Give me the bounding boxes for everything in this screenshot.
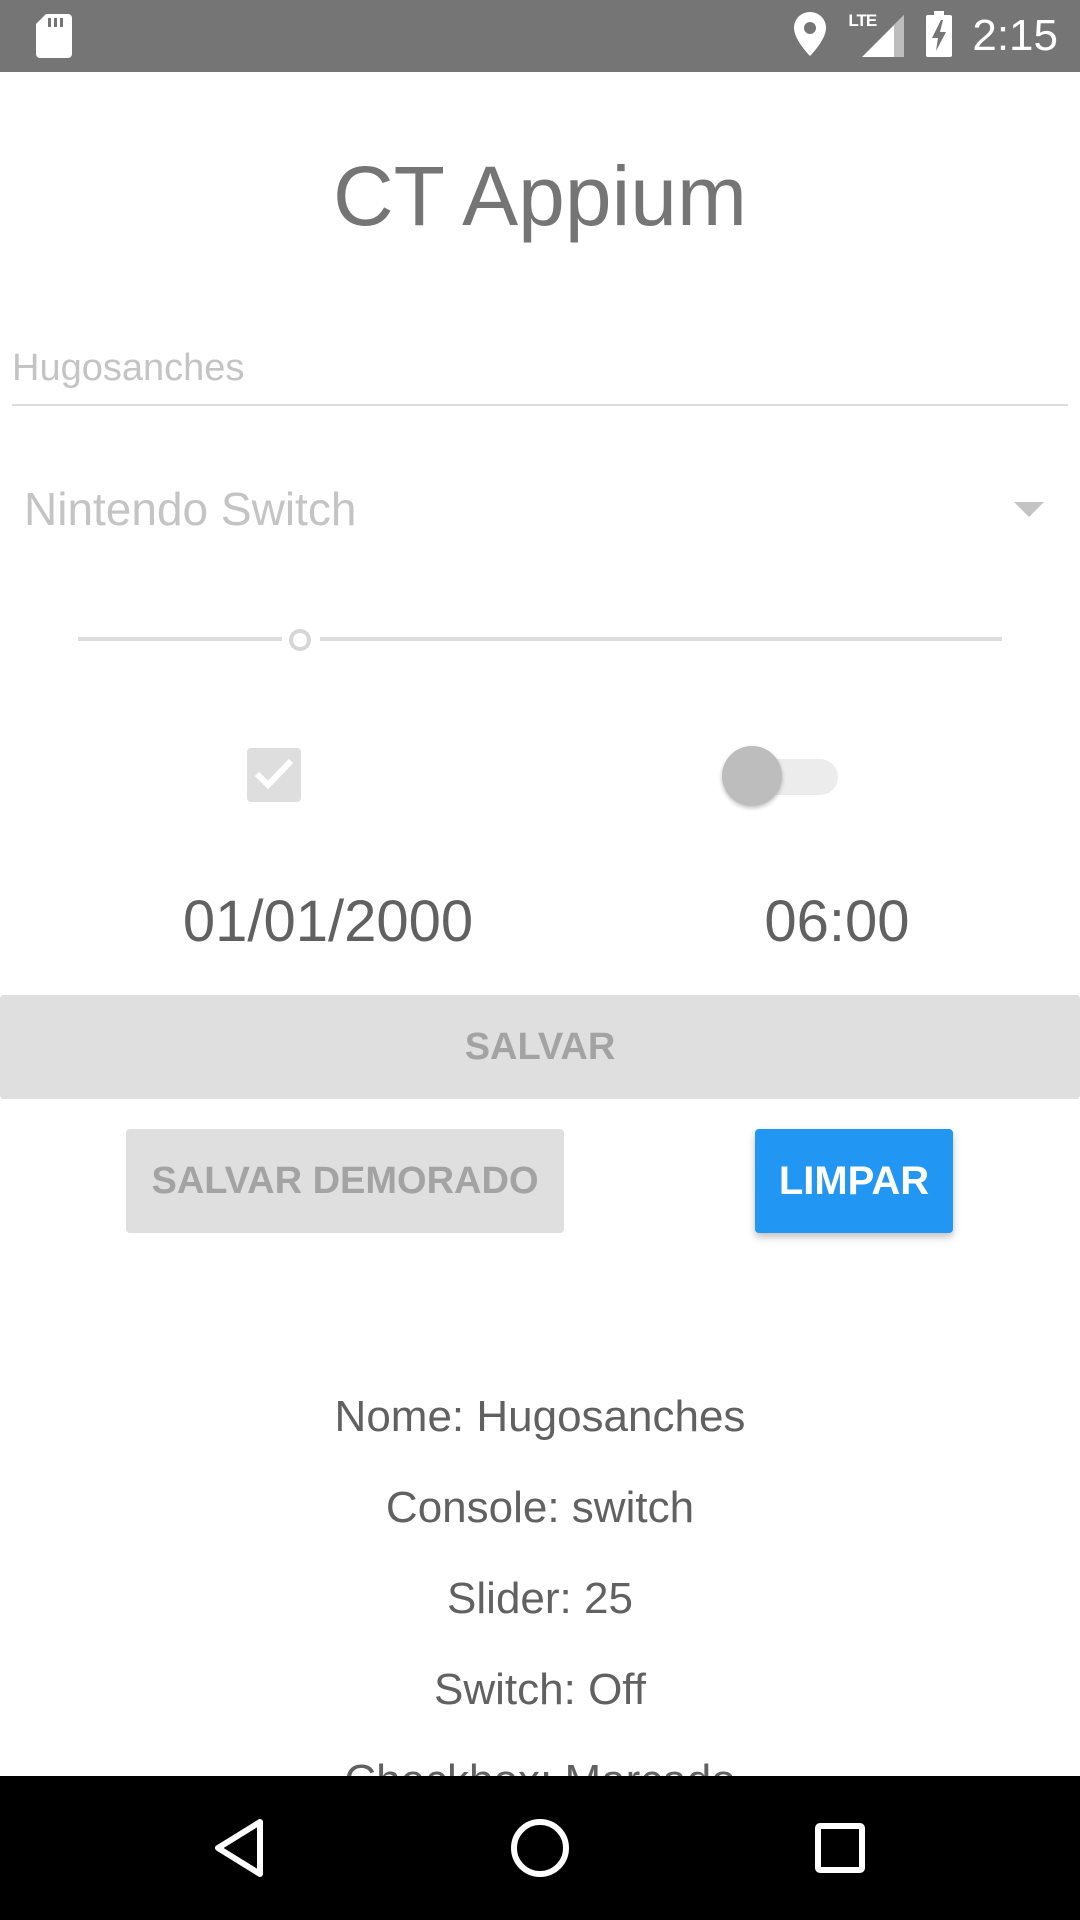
recents-button[interactable] — [768, 1776, 912, 1920]
save-button[interactable]: SALVAR — [0, 995, 1080, 1099]
toggle-switch[interactable] — [722, 744, 840, 806]
home-button[interactable] — [468, 1776, 612, 1920]
recents-icon — [815, 1823, 865, 1873]
status-time: 2:15 — [972, 11, 1058, 60]
console-dropdown[interactable]: Nintendo Switch — [24, 474, 1044, 544]
date-picker-value[interactable]: 01/01/2000 — [160, 888, 496, 955]
back-icon — [215, 1819, 263, 1877]
console-selected-value: Nintendo Switch — [24, 483, 357, 535]
battery-charging-icon — [926, 10, 953, 62]
result-name: Nome: Hugosanches — [334, 1392, 746, 1441]
name-input[interactable] — [12, 340, 1068, 406]
slider-track-left — [78, 637, 282, 641]
value-slider[interactable] — [78, 626, 1002, 652]
navigation-bar — [0, 1776, 1080, 1920]
checkbox[interactable] — [247, 748, 301, 802]
status-bar: LTE 2:15 — [0, 0, 1080, 72]
location-icon — [794, 11, 827, 61]
sd-card-icon — [36, 14, 72, 63]
slider-thumb[interactable] — [289, 629, 311, 651]
home-icon — [511, 1819, 569, 1877]
result-slider: Slider: 25 — [447, 1574, 633, 1623]
checkmark-icon — [254, 758, 294, 790]
network-type-label: LTE — [848, 11, 877, 30]
switch-thumb — [722, 746, 782, 806]
time-picker-value[interactable]: 06:00 — [742, 888, 932, 955]
slider-track-right — [320, 637, 1002, 641]
result-console: Console: switch — [385, 1483, 695, 1532]
lte-signal-icon: LTE — [848, 11, 905, 61]
clear-button[interactable]: LIMPAR — [755, 1129, 953, 1233]
result-switch: Switch: Off — [434, 1665, 646, 1714]
dropdown-arrow-icon — [1014, 502, 1044, 523]
page-title: CT Appium — [333, 149, 747, 243]
save-delayed-button[interactable]: SALVAR DEMORADO — [126, 1129, 564, 1233]
back-button[interactable] — [168, 1776, 312, 1920]
